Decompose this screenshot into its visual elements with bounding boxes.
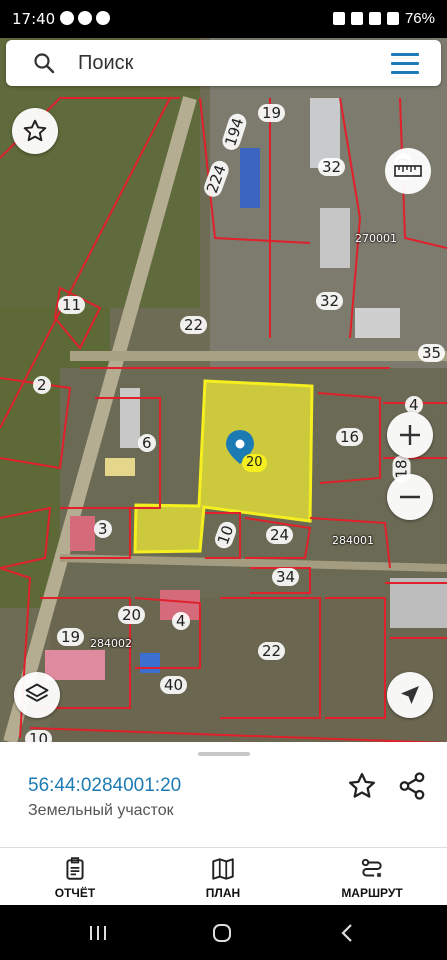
- selected-parcel-label[interactable]: 20: [242, 454, 267, 472]
- parcel-info-panel: 56:44:0284001:20 Земельный участок: [0, 742, 447, 847]
- favorite-star-icon[interactable]: [347, 771, 377, 801]
- parcel-label[interactable]: 24: [266, 526, 294, 544]
- parcel-type: Земельный участок: [28, 802, 174, 819]
- parcel-label[interactable]: 10: [25, 730, 53, 742]
- lock-icon: [332, 12, 345, 25]
- system-navigation-bar: [0, 905, 447, 960]
- recent-apps-icon[interactable]: [84, 919, 112, 947]
- back-icon[interactable]: [334, 919, 362, 947]
- ruler-button[interactable]: [385, 148, 431, 194]
- tab-route[interactable]: МАРШРУТ: [317, 856, 427, 900]
- tab-label: МАРШРУТ: [341, 886, 403, 900]
- cadastral-number[interactable]: 56:44:0284001:20: [28, 775, 181, 797]
- zoom-in-button[interactable]: [387, 412, 433, 458]
- parcel-label[interactable]: 4: [172, 612, 190, 630]
- parcel-label[interactable]: 16: [336, 428, 364, 446]
- parcel-label[interactable]: 22: [180, 316, 208, 334]
- mute-icon: [350, 12, 363, 25]
- parcel-label[interactable]: 22: [258, 642, 286, 660]
- menu-icon[interactable]: [391, 53, 421, 74]
- report-icon: [66, 857, 84, 880]
- search-input[interactable]: Поиск: [78, 52, 133, 75]
- block-label: 270001: [355, 232, 397, 245]
- parcel-label[interactable]: 19: [258, 104, 286, 122]
- favorite-map-button[interactable]: [12, 108, 58, 154]
- parcel-label[interactable]: 20: [118, 606, 146, 624]
- plus-icon: [400, 425, 420, 445]
- search-icon[interactable]: [32, 51, 56, 75]
- block-label: 284002: [90, 637, 132, 650]
- ruler-icon: [394, 165, 422, 177]
- parcel-label[interactable]: 19: [57, 628, 85, 646]
- parcel-label[interactable]: 35: [418, 344, 446, 362]
- search-bar[interactable]: Поиск: [6, 40, 441, 86]
- share-icon[interactable]: [397, 771, 427, 801]
- block-label: 284001: [332, 534, 374, 547]
- bottom-tab-bar: ОТЧЁТ ПЛАН МАРШРУТ: [0, 847, 447, 905]
- layers-icon: [25, 683, 49, 702]
- layers-button[interactable]: [14, 672, 60, 718]
- status-bar: 17:40 76%: [0, 0, 447, 38]
- parcel-label[interactable]: 11: [58, 296, 86, 314]
- check-icon: [78, 11, 92, 25]
- status-time: 17:40: [12, 10, 56, 28]
- drag-handle[interactable]: [198, 752, 250, 756]
- parcel-label[interactable]: 34: [272, 568, 300, 586]
- battery-level: 76%: [404, 10, 435, 27]
- system-icons: 76%: [332, 10, 435, 27]
- my-location-button[interactable]: [387, 672, 433, 718]
- parcel-label[interactable]: 2: [33, 376, 51, 394]
- map-view[interactable]: 19 194 224 32 20 270001 11 22 32 35 2 6 …: [0, 38, 447, 742]
- star-icon: [23, 119, 47, 142]
- parcel-label[interactable]: 32: [316, 292, 344, 310]
- tab-label: ОТЧЁТ: [54, 886, 96, 900]
- notification-icons: [60, 11, 110, 25]
- tab-label: ПЛАН: [205, 886, 241, 900]
- parcel-label[interactable]: 3: [94, 520, 112, 538]
- home-icon[interactable]: [208, 919, 236, 947]
- parcel-label[interactable]: 6: [138, 434, 156, 452]
- chat-icon: [60, 11, 74, 25]
- map-plan-icon: [212, 858, 234, 880]
- navigation-arrow-icon: [401, 686, 419, 704]
- signal-icon: [386, 12, 399, 25]
- tab-report[interactable]: ОТЧЁТ: [20, 856, 130, 900]
- location-icon: [368, 12, 381, 25]
- minus-icon: [400, 495, 420, 499]
- zoom-out-button[interactable]: [387, 474, 433, 520]
- parcel-label[interactable]: 40: [160, 676, 188, 694]
- check-icon: [96, 11, 110, 25]
- parcel-label[interactable]: 32: [318, 158, 346, 176]
- route-icon: [361, 858, 382, 878]
- tab-plan[interactable]: ПЛАН: [168, 856, 278, 900]
